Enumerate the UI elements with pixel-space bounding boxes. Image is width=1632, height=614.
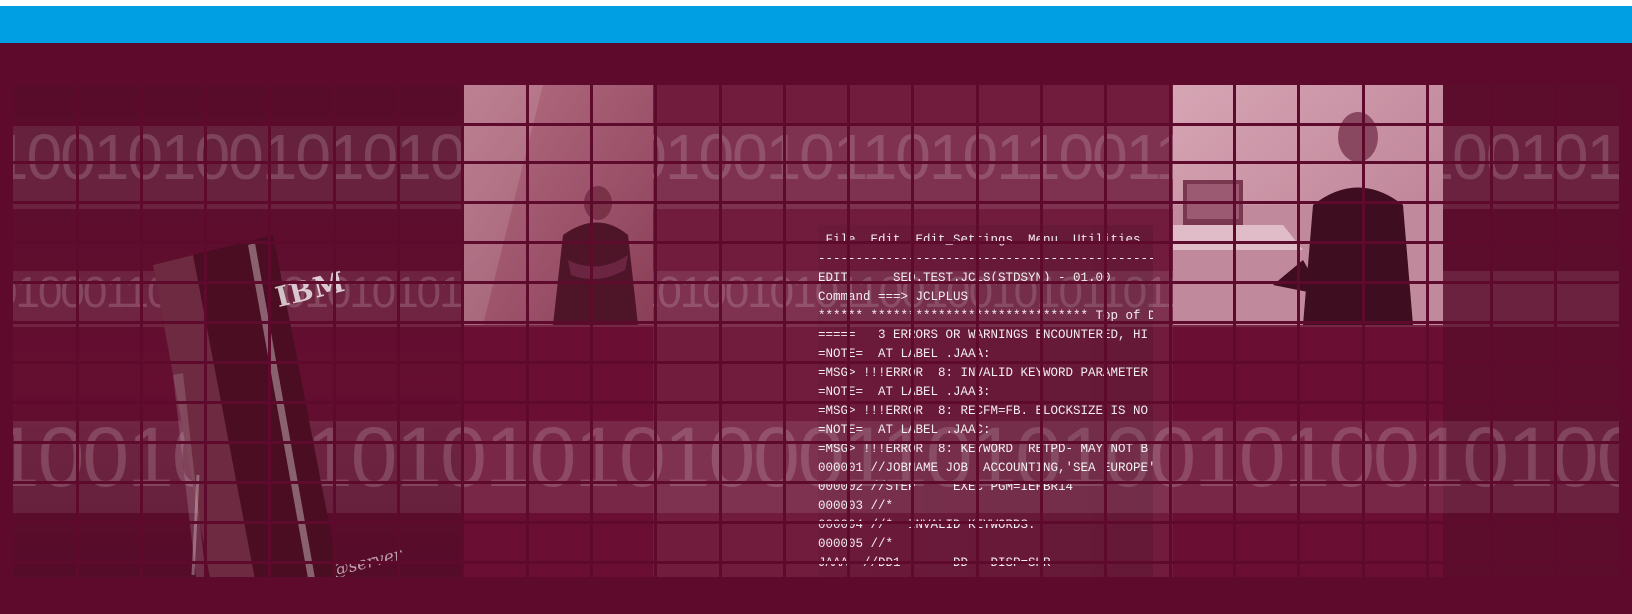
mosaic-grid [13, 85, 1619, 577]
top-color-bar [0, 6, 1632, 43]
mosaic-panel: 1001010010101010101010010110101100110010… [13, 85, 1619, 577]
hero-banner: 1001010010101010101010010110101100110010… [0, 43, 1632, 614]
